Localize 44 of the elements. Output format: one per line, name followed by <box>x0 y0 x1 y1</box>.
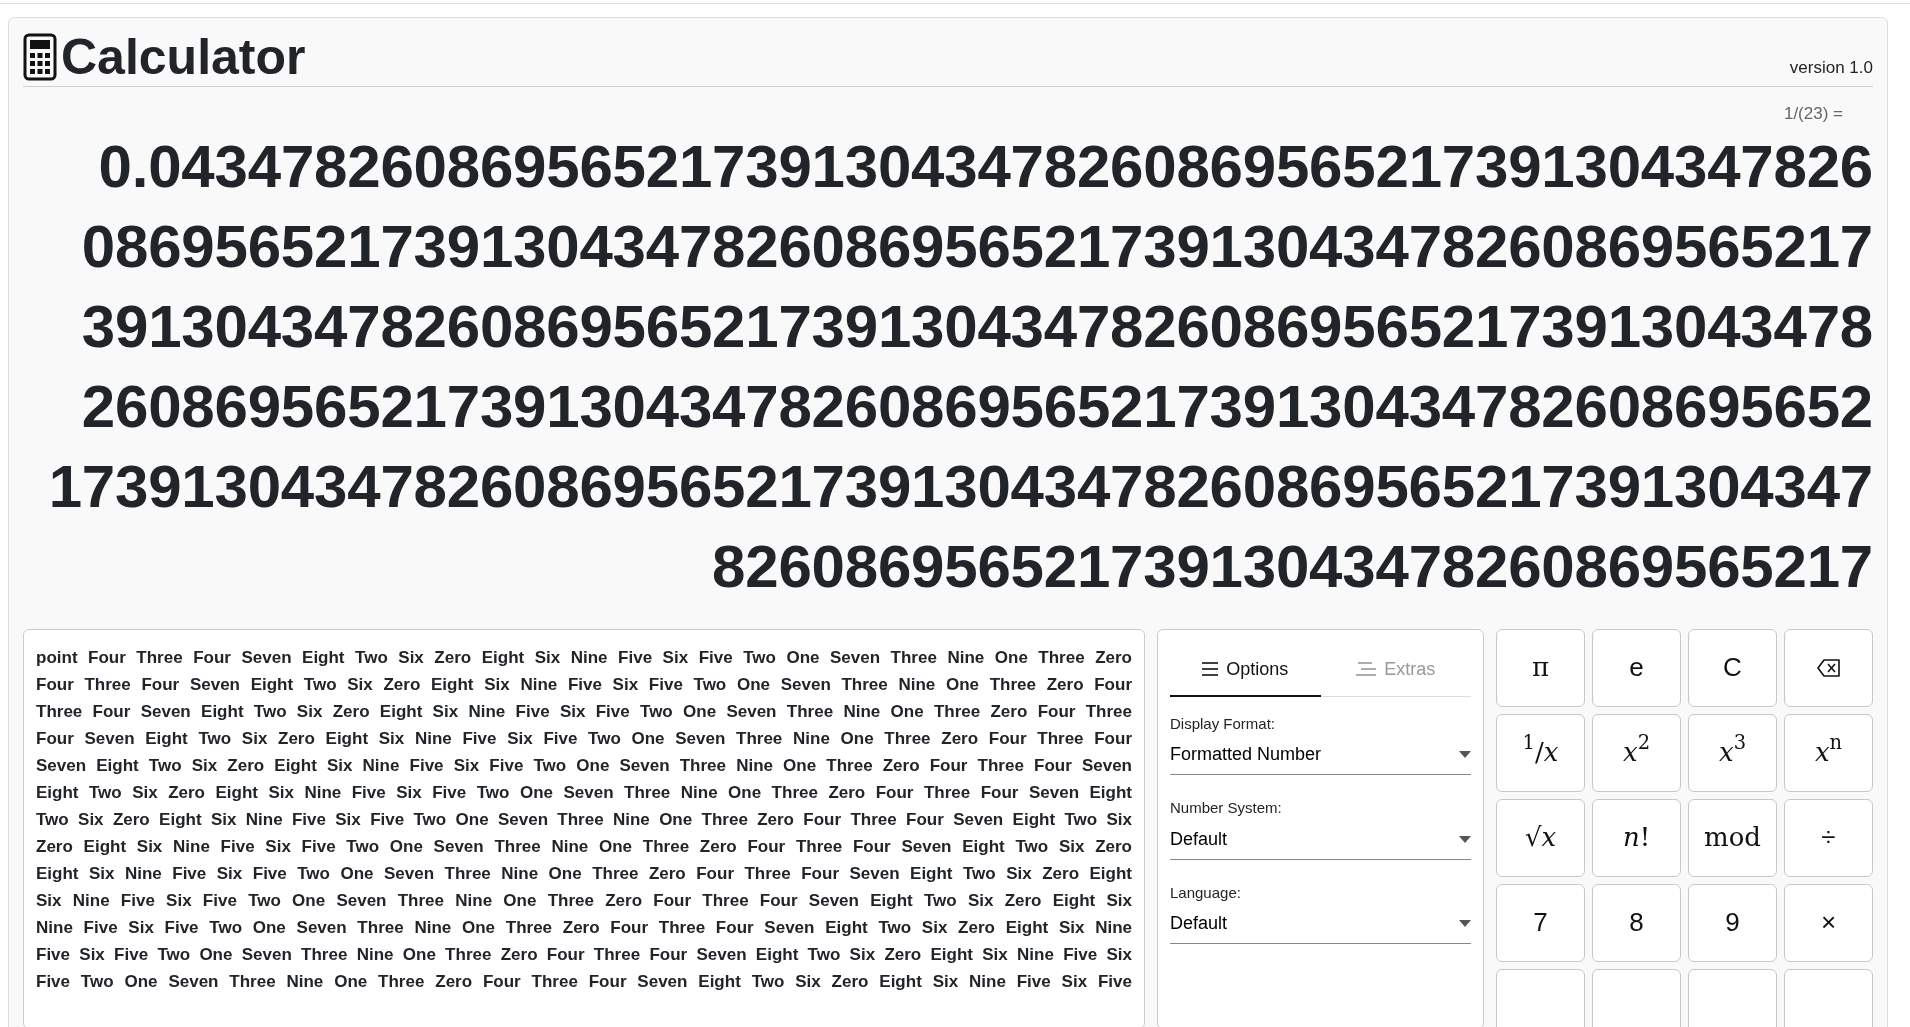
key[interactable]: √x <box>1496 798 1585 877</box>
field-label: Language: <box>1170 882 1242 903</box>
caret-icon <box>1459 920 1471 927</box>
key[interactable] <box>1688 968 1777 1027</box>
expression-text: 1/(23) = <box>1783 104 1843 123</box>
field-label: Display Format: <box>1170 713 1277 734</box>
dropdown[interactable]: Default <box>1170 823 1471 860</box>
result-number-line: 1739130434782608695652173913043478260869565217391304347 <box>48 452 1873 520</box>
menu-icon <box>1202 662 1219 676</box>
number-in-words: point Four Three Four Seven Eight Two Six Zero Eight Six Nine Five Six Five Two One Seven Three Nine One Three Zero Four Three Four Seven Eight Two Six Zero Eight Six Nine Five Six Five Two One Seven Three Nine One Three Zero Four Three Four Seven Eight Two Six Zero Eight Six Nine Five Six Five Two One Seven Three Nine One Three Zero Four Three Four Seven Eight Two Six Zero Eight Six Nine Five Six Five Two One Seven Three Nine One Three Zero Four Three Four Seven Eight Two Six Zero Eight Six Nine Five Six Five Two One Seven Three Nine One Three Zero Four Three Four Seven Eight Two Six Zero Eight Six Nine Five Six Five Two One Seven Three Nine One Three Zero Four Three Four Seven Eight Two Six Zero Eight Six Nine Five Six Five Two One Seven Three Nine One Three Zero Four Three Four Seven Eight Two Six Zero Eight Six Nine Five Six Five Two One Seven Three Nine One Three Zero Four Three Four Seven Eight Two Six Zero Eight Six Nine Five Six Five Two One Seven Three Nine One Three Zero Four Three Four Seven Eight Two Six Zero Eight Six Nine Five Six Five Two One Seven Three Nine One Three Zero Four Three Four Seven Eight Two Six Zero Eight Six Nine Five Six Five Two One Seven Three Nine One Three Zero Four Three Four Seven Eight Two Six Zero Eight Six Nine Five Six Five Two One Seven Three Nine One Three Zero Four Three Four Seven Eight Two Six Zero Eight Six Nine Five Six Five Two One Seven Three Nine One Three Zero Four Three Four Seven Eight Two Six Zero Eight Six Nine Five Six Five <box>36 646 1132 993</box>
key[interactable]: C <box>1688 628 1777 707</box>
key[interactable]: 7 <box>1496 883 1585 962</box>
key[interactable]: 9 <box>1688 883 1777 962</box>
key[interactable]: x$^{2}$ <box>1592 713 1681 792</box>
key[interactable]: π <box>1496 628 1585 707</box>
tab[interactable]: Options <box>1170 641 1321 697</box>
field-label: Number System: <box>1170 798 1283 818</box>
key[interactable] <box>1496 968 1585 1027</box>
dropdown[interactable]: Default <box>1170 908 1471 944</box>
key[interactable]: x$^{n}$ <box>1784 713 1873 792</box>
version-label: version 1.0 <box>1789 56 1873 79</box>
backspace-icon <box>1816 658 1841 677</box>
key[interactable]: $^{1}$/x <box>1496 713 1585 792</box>
key[interactable] <box>1784 968 1873 1027</box>
result-number-line: 0.0434782608695652173913043478260869565217391304347826 <box>98 132 1873 200</box>
key[interactable]: × <box>1784 883 1873 962</box>
caret-icon <box>1459 751 1471 758</box>
dropdown[interactable]: Formatted Number <box>1170 739 1471 775</box>
key[interactable]: e <box>1592 628 1681 707</box>
caret-icon <box>1459 835 1471 843</box>
result-number-line: 82608695652173913043478260869565217 <box>712 532 1873 600</box>
key[interactable]: 8 <box>1592 883 1681 962</box>
key[interactable] <box>1592 968 1681 1027</box>
key[interactable]: mod <box>1688 798 1777 877</box>
backspace-key[interactable] <box>1784 628 1873 707</box>
lines-icon <box>1356 662 1377 676</box>
app-title: Calculator <box>61 32 306 82</box>
key[interactable]: n! <box>1592 798 1681 877</box>
result-number-line: 260869565217391304347826086956521739130434782608695652 <box>81 372 1873 440</box>
key[interactable]: ÷ <box>1784 798 1873 877</box>
key[interactable]: x$^{3}$ <box>1688 713 1777 792</box>
calculator-icon <box>23 33 57 81</box>
result-number-line: 391304347826086956521739130434782608695652173913043478 <box>81 292 1873 360</box>
result-number-line: 086956521739130434782608695652173913043478260869565217 <box>81 212 1873 280</box>
